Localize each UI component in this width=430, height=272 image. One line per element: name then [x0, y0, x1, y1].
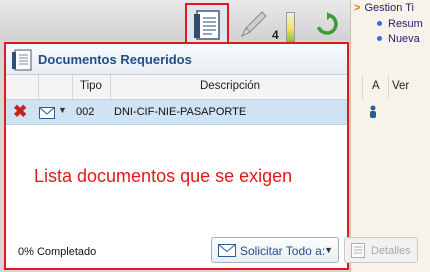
column-header-tipo[interactable]: Tipo — [80, 80, 102, 92]
count-badge: 4 — [272, 28, 279, 42]
tree-item-root[interactable]: > Gestion Ti — [351, 2, 414, 14]
solicitar-todo-label: Solicitar Todo a: — [240, 244, 326, 258]
person-icon[interactable] — [368, 105, 378, 119]
document-list-icon — [12, 49, 32, 71]
dialog-header: Documentos Requeridos — [6, 44, 347, 75]
gauge-icon — [286, 12, 295, 42]
table-header: Tipo Descripción A Ver — [6, 75, 409, 100]
pencil-icon[interactable] — [238, 10, 268, 40]
bullet-icon — [377, 36, 382, 41]
detalles-button[interactable]: Detalles — [344, 237, 418, 263]
tree-item-nueva[interactable]: Nueva — [351, 33, 420, 45]
cell-tipo: 002 — [76, 106, 95, 118]
table-row[interactable]: ✖ ▼ 002 DNI-CIF-NIE-PASAPORTE — [6, 100, 376, 125]
documentos-dialog: Documentos Requeridos Tipo Descripción A… — [4, 42, 418, 270]
refresh-icon[interactable] — [315, 12, 339, 36]
annotation-text: Lista documentos que se exigen — [34, 166, 293, 186]
completion-status: 0% Completado — [18, 246, 97, 258]
document-list-icon — [194, 10, 220, 40]
mail-icon — [218, 244, 236, 257]
tree-item-resumen[interactable]: Resum — [351, 18, 423, 30]
documents-button[interactable] — [185, 3, 229, 47]
chevron-down-icon[interactable]: ▼ — [58, 105, 67, 115]
solicitar-todo-button[interactable]: Solicitar Todo a: ▼ — [211, 237, 339, 263]
chevron-down-icon: ▼ — [324, 245, 333, 255]
column-header-ver[interactable]: Ver — [392, 80, 409, 92]
navigation-tree: > Gestion Ti Resum Nueva — [350, 0, 430, 272]
mail-icon[interactable] — [39, 107, 55, 119]
dialog-title: Documentos Requeridos — [38, 52, 192, 67]
detalles-label: Detalles — [371, 245, 411, 257]
bullet-icon — [377, 21, 382, 26]
chevron-right-icon: > — [354, 2, 361, 14]
cell-descripcion: DNI-CIF-NIE-PASAPORTE — [114, 106, 247, 118]
toolbar — [0, 0, 350, 40]
details-icon — [351, 243, 365, 258]
column-header-a[interactable]: A — [372, 80, 380, 92]
delete-icon[interactable]: ✖ — [13, 102, 27, 122]
column-header-descripcion[interactable]: Descripción — [200, 80, 260, 92]
